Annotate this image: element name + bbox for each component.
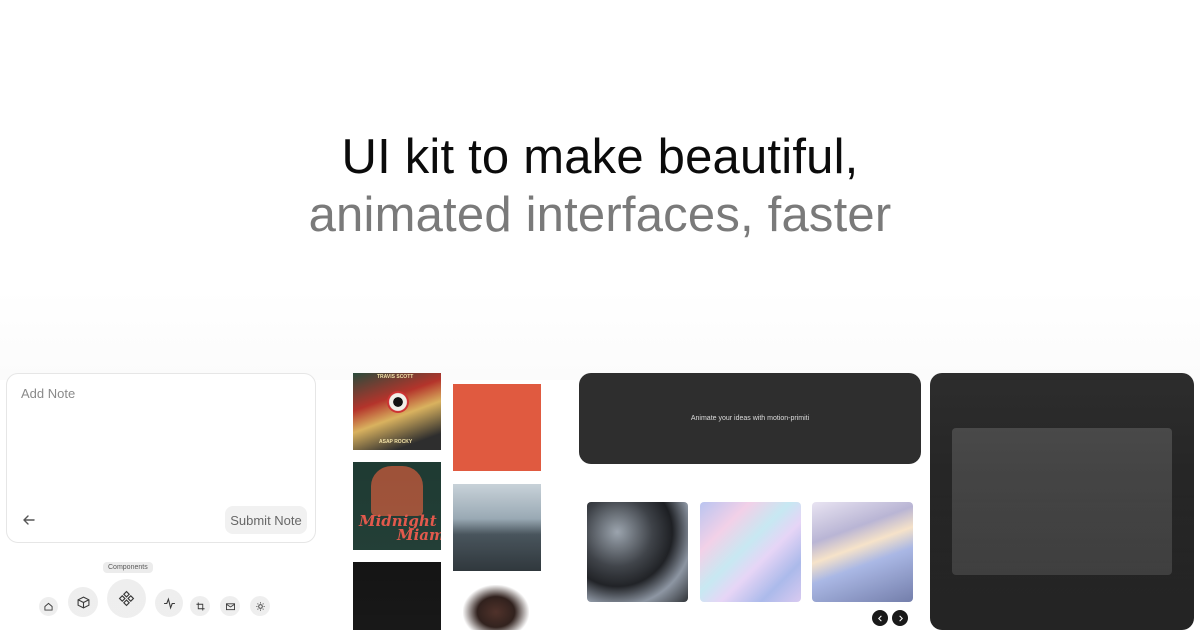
add-note-card[interactable]: Add Note Submit Note xyxy=(6,373,316,543)
note-input[interactable]: Add Note xyxy=(21,386,75,401)
album-cover-travis[interactable]: TRAVIS SCOTT ASAP ROCKY xyxy=(353,373,441,450)
album-figure xyxy=(371,466,423,516)
dock-tooltip: Components xyxy=(103,562,153,573)
crop-icon[interactable] xyxy=(190,596,210,616)
text-effect-card: Animate your ideas with motion-primiti xyxy=(579,373,921,464)
hero-title: UI kit to make beautiful, xyxy=(341,130,859,184)
background-fade xyxy=(0,290,1200,380)
album-cover-red[interactable] xyxy=(453,384,541,471)
album-cover-portrait[interactable] xyxy=(463,585,529,630)
carousel-item-2[interactable] xyxy=(700,502,801,602)
sun-icon[interactable] xyxy=(250,596,270,616)
album-cover-dark[interactable] xyxy=(353,562,441,630)
arrow-left-icon[interactable] xyxy=(19,510,39,530)
eye-mark xyxy=(387,391,409,413)
box-icon[interactable] xyxy=(68,587,98,617)
carousel-item-3[interactable] xyxy=(812,502,913,602)
mail-icon[interactable] xyxy=(220,596,240,616)
text-effect-text: Animate your ideas with motion-primiti xyxy=(690,415,810,422)
album-bottom-text: ASAP ROCKY xyxy=(379,439,413,445)
chevron-right-icon[interactable] xyxy=(892,610,908,626)
home-icon[interactable] xyxy=(39,597,58,616)
dark-panel xyxy=(930,373,1194,630)
album-cover-midnight-miami[interactable]: Midnight Miami xyxy=(353,462,441,550)
panel-preview[interactable] xyxy=(952,428,1172,575)
album-top-text: TRAVIS SCOTT xyxy=(377,374,414,380)
components-icon[interactable] xyxy=(107,579,146,618)
chevron-left-icon[interactable] xyxy=(872,610,888,626)
activity-icon[interactable] xyxy=(155,589,183,617)
carousel-item-1[interactable] xyxy=(587,502,688,602)
album-cover-mountain[interactable] xyxy=(453,484,541,571)
album-title-line2: Miami xyxy=(397,526,441,544)
hero-heading: UI kit to make beautiful, animated inter… xyxy=(0,128,1200,244)
submit-note-button[interactable]: Submit Note xyxy=(225,506,307,534)
hero-subtitle: animated interfaces, faster xyxy=(308,188,892,242)
